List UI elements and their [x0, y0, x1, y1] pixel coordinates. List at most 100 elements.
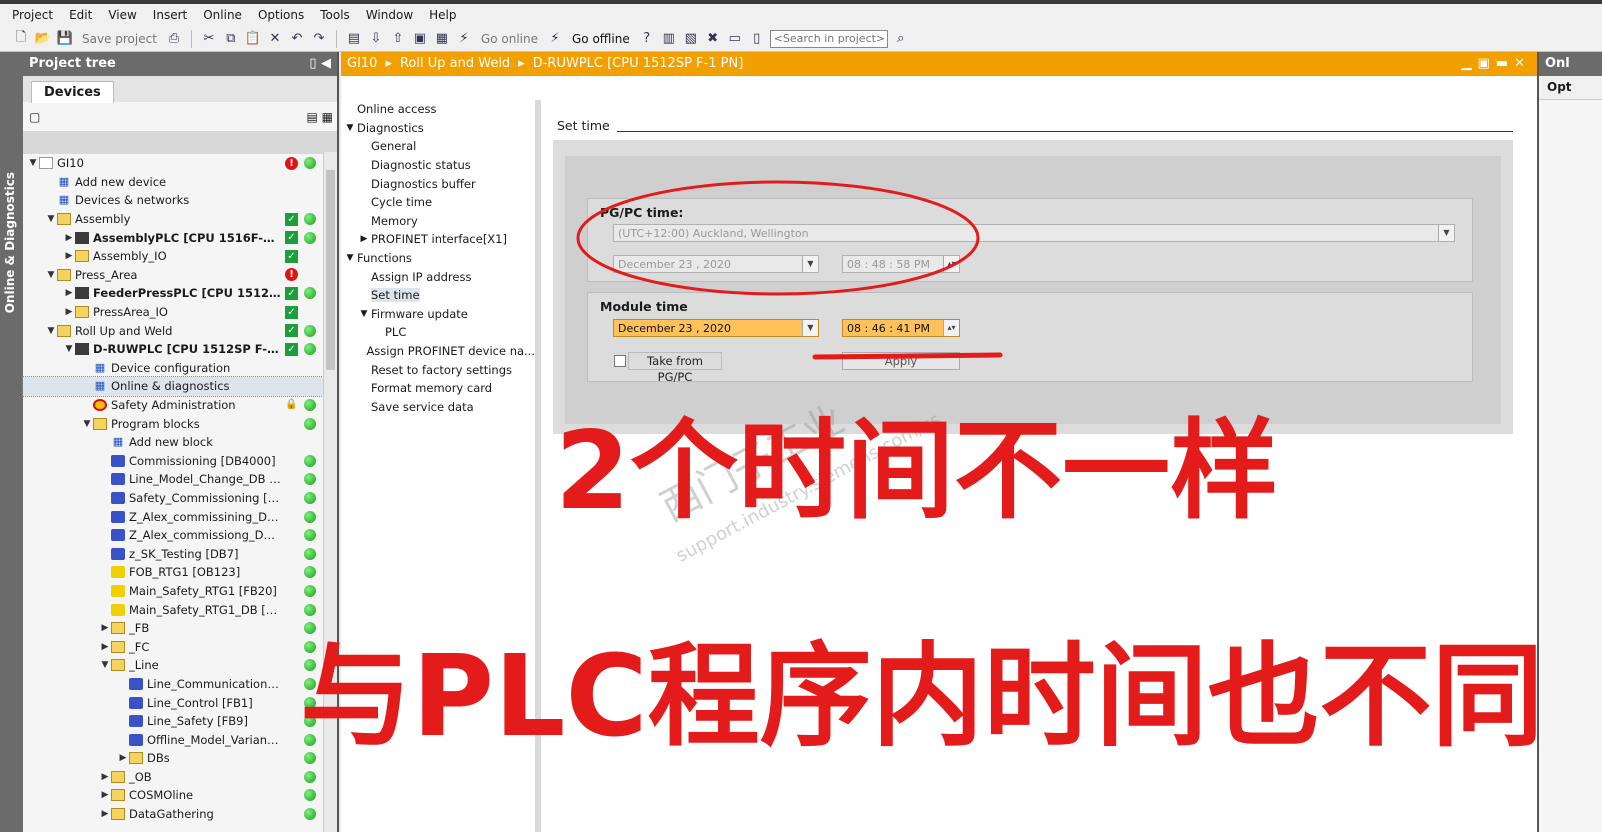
open-project-icon[interactable]: 📂 [34, 30, 52, 48]
expand-arrow-icon[interactable]: ▼ [27, 158, 39, 168]
tree-item[interactable]: ▶ PressArea_IO ✓ [23, 303, 323, 322]
menu-item-tools[interactable]: Tools [312, 5, 358, 25]
module-date-field[interactable]: December 23 , 2020 ▼ [613, 319, 819, 337]
tree-item[interactable]: ▼ Roll Up and Weld ✓ [23, 321, 323, 340]
nav-item[interactable]: ▼ Functions [341, 249, 535, 268]
expand-arrow-icon[interactable]: ▶ [99, 623, 111, 633]
tree-item[interactable]: ▦ Devices & networks [23, 191, 323, 210]
tree-item[interactable]: Commissioning [DB4000] [23, 452, 323, 471]
spinner-icon[interactable]: ▴▾ [943, 320, 959, 336]
expand-arrow-icon[interactable]: ▶ [63, 251, 75, 261]
nav-item[interactable]: PLC [341, 323, 535, 342]
cross-reference-icon[interactable]: ▥ [660, 30, 678, 48]
menu-item-options[interactable]: Options [250, 5, 312, 25]
breadcrumb-item[interactable]: Roll Up and Weld [400, 56, 510, 72]
tree-item[interactable]: ▶ AssemblyPLC [CPU 1516F-3 PN/... ✓ [23, 228, 323, 247]
tree-item[interactable]: Z_Alex_commissiong_DB_... [23, 526, 323, 545]
menu-item-edit[interactable]: Edit [61, 5, 100, 25]
tree-item[interactable]: ▦ Online & diagnostics [22, 376, 324, 397]
tree-item[interactable]: z_SK_Testing [DB7] [23, 544, 323, 563]
tree-scrollbar[interactable] [323, 152, 337, 832]
expand-arrow-icon[interactable]: ▼ [45, 326, 57, 336]
nav-item[interactable]: ▶ PROFINET interface[X1] [341, 230, 535, 249]
tree-item[interactable]: ▶ _FC [23, 637, 323, 656]
search-icon[interactable]: ⌕ [892, 30, 910, 48]
nav-item[interactable]: ▼ Firmware update [341, 305, 535, 324]
tree-item[interactable]: ▶ COSMOline [23, 786, 323, 805]
tree-item[interactable]: ▼ _Line [23, 656, 323, 675]
tree-item[interactable]: ▼ Assembly ✓ [23, 210, 323, 229]
expand-arrow-icon[interactable]: ▶ [63, 288, 75, 298]
start-simulation-icon[interactable]: ▦ [433, 30, 451, 48]
expand-arrow-icon[interactable]: ▶ [63, 307, 75, 317]
tree-item[interactable]: ▦ Add new device [23, 173, 323, 192]
tree-item[interactable]: Main_Safety_RTG1_DB [DB... [23, 600, 323, 619]
nav-item[interactable]: Save service data [341, 398, 535, 417]
monitor-icon[interactable]: ▧ [682, 30, 700, 48]
save-icon[interactable]: 💾 [56, 30, 74, 48]
nav-item[interactable]: Set time [341, 286, 535, 305]
tree-item[interactable]: ▼ D-RUWPLC [CPU 1512SP F-1 PN] ✓ [23, 340, 323, 359]
tree-item[interactable]: ▶ Assembly_IO ✓ [23, 247, 323, 266]
menu-item-online[interactable]: Online [195, 5, 250, 25]
tab-devices[interactable]: Devices [31, 81, 114, 103]
go-online-icon[interactable]: ⚡ [455, 30, 473, 48]
online-diagnostics-tab[interactable]: Online & Diagnostics [3, 172, 17, 313]
split-vertical-icon[interactable]: ▯ [748, 30, 766, 48]
cut-icon[interactable]: ✂ [200, 30, 218, 48]
take-from-pgpc-checkbox[interactable] [614, 355, 626, 367]
tree-item[interactable]: Line_Communication [... [23, 675, 323, 694]
delete-icon[interactable]: ✕ [266, 30, 284, 48]
collapse-panel-icon[interactable]: ▯ ◀ [309, 56, 331, 72]
tree-item[interactable]: ▼ GI10! [23, 154, 323, 173]
expand-arrow-icon[interactable]: ▼ [99, 660, 111, 670]
paste-icon[interactable]: 📋 [244, 30, 262, 48]
tree-item[interactable]: ▶ _FB [23, 619, 323, 638]
compile-icon[interactable]: ▤ [345, 30, 363, 48]
tree-item[interactable]: Safety_Commissioning [DB... [23, 489, 323, 508]
nav-item[interactable]: Assign IP address [341, 267, 535, 286]
expand-arrow-icon[interactable]: ▼ [81, 419, 93, 429]
nav-item[interactable]: Assign PROFINET device na... [341, 342, 535, 361]
stop-icon[interactable]: ✖ [704, 30, 722, 48]
tree-item[interactable]: ▼ Press_Area! [23, 266, 323, 285]
menu-item-insert[interactable]: Insert [145, 5, 195, 25]
split-horizontal-icon[interactable]: ▭ [726, 30, 744, 48]
undo-icon[interactable]: ↶ [288, 30, 306, 48]
breadcrumb-item[interactable]: D-RUWPLC [CPU 1512SP F-1 PN] [533, 56, 744, 72]
expand-arrow-icon[interactable]: ▶ [63, 233, 75, 243]
expand-arrow-icon[interactable]: ▶ [357, 234, 371, 244]
nav-item[interactable]: ▼ Diagnostics [341, 119, 535, 138]
tree-item[interactable]: Line_Safety [FB9] [23, 712, 323, 731]
print-icon[interactable]: ⎙ [165, 30, 183, 48]
nav-item[interactable]: Diagnostics buffer [341, 174, 535, 193]
expand-arrow-icon[interactable]: ▼ [63, 344, 75, 354]
nav-item[interactable]: Cycle time [341, 193, 535, 212]
tree-item[interactable]: Offline_Model_Variants... [23, 730, 323, 749]
expand-arrow-icon[interactable]: ▶ [117, 753, 129, 763]
tree-item[interactable]: Main_Safety_RTG1 [FB20] [23, 582, 323, 601]
menu-item-view[interactable]: View [100, 5, 144, 25]
tree-item[interactable]: Line_Model_Change_DB [D... [23, 470, 323, 489]
expand-arrow-icon[interactable]: ▼ [343, 123, 357, 133]
nav-item[interactable]: Diagnostic status [341, 156, 535, 175]
search-input[interactable] [769, 29, 888, 48]
accessible-devices-icon[interactable]: ? [638, 30, 656, 48]
menu-item-project[interactable]: Project [4, 5, 61, 25]
nav-item[interactable]: Format memory card [341, 379, 535, 398]
nav-item[interactable]: Online access [341, 100, 535, 119]
module-time-field[interactable]: 08 : 46 : 41 PM ▴▾ [842, 319, 960, 337]
nav-item[interactable]: Reset to factory settings [341, 360, 535, 379]
tree-item[interactable]: Z_Alex_commissining_DB ... [23, 507, 323, 526]
expand-arrow-icon[interactable]: ▼ [357, 309, 371, 319]
nav-item[interactable]: Memory [341, 212, 535, 231]
window-controls-icon[interactable]: ▁▣▬✕ [1462, 56, 1531, 72]
copy-icon[interactable]: ⧉ [222, 30, 240, 48]
overview-icon[interactable]: ▤ ▦ [307, 110, 334, 124]
tree-item[interactable]: ▦ Device configuration [23, 359, 323, 378]
tree-item[interactable]: FOB_RTG1 [OB123] [23, 563, 323, 582]
expand-arrow-icon[interactable]: ▶ [99, 642, 111, 652]
go-online-button[interactable]: Go online [481, 32, 538, 46]
go-offline-icon[interactable]: ⚡ [546, 30, 564, 48]
tree-item[interactable]: ▦ Add new block [23, 433, 323, 452]
